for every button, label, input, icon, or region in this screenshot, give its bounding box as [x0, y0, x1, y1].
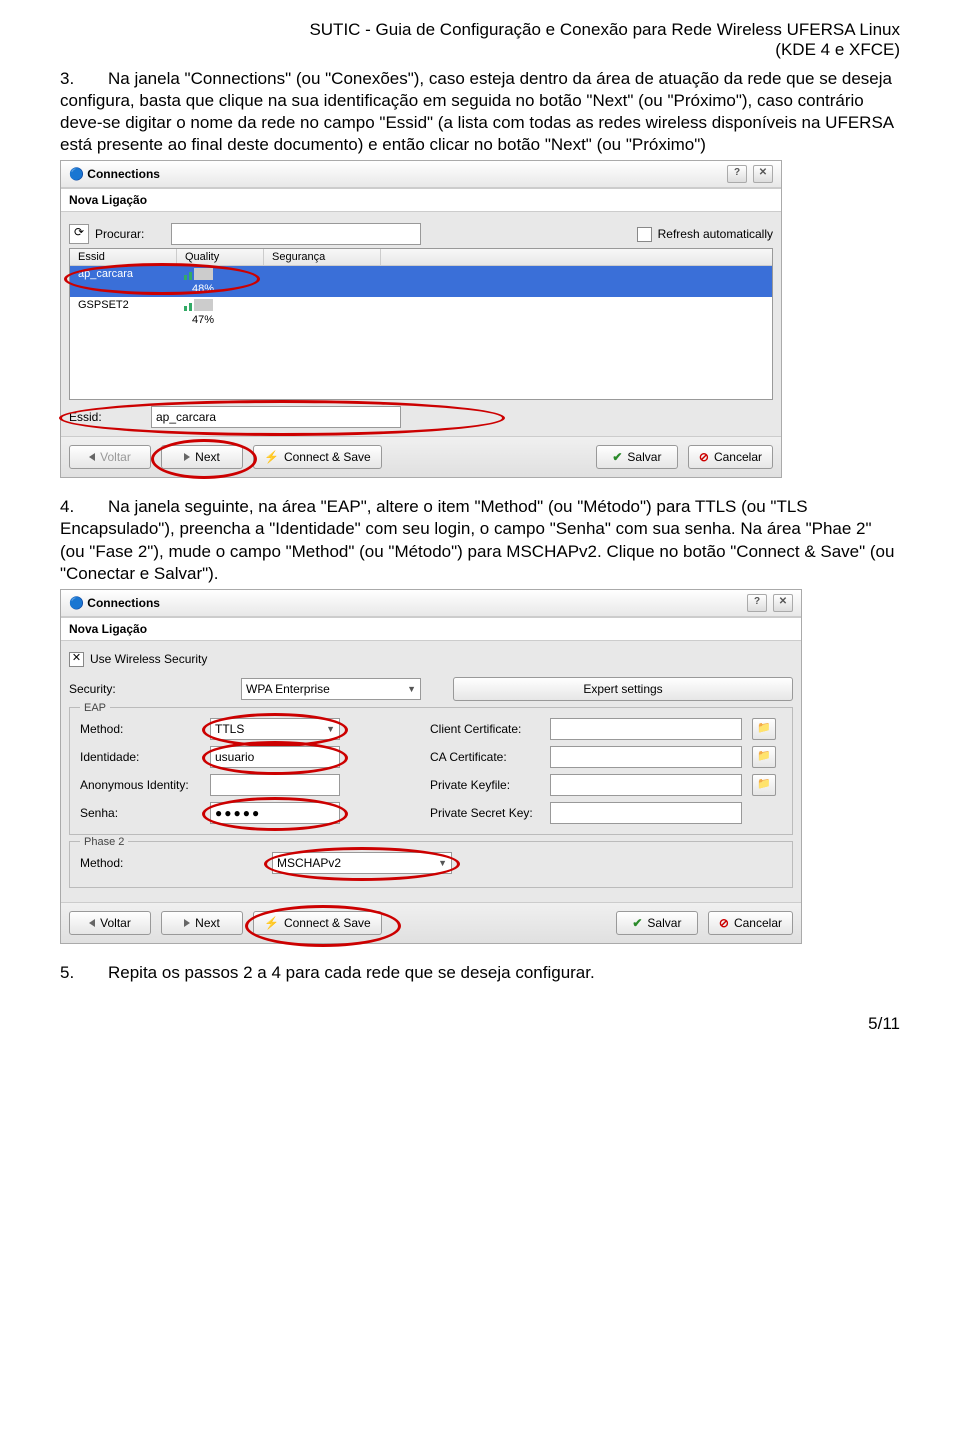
- header-line1: SUTIC - Guia de Configuração e Conexão p…: [309, 20, 900, 39]
- security-label: Security:: [69, 682, 149, 696]
- section-nova-ligacao: Nova Ligação: [61, 188, 781, 212]
- client-cert-input[interactable]: [550, 718, 742, 740]
- security-combo[interactable]: WPA Enterprise▼: [241, 678, 421, 700]
- browse-icon[interactable]: 📁: [752, 718, 776, 740]
- page-number: 5/11: [60, 1014, 900, 1034]
- private-secret-key-label: Private Secret Key:: [430, 806, 540, 820]
- window-title: Connections: [87, 167, 160, 181]
- arrow-left-icon: [89, 453, 95, 461]
- chevron-down-icon: ▼: [438, 853, 447, 873]
- phase2-method-combo[interactable]: MSCHAPv2▼: [272, 852, 452, 874]
- col-quality: Quality: [177, 249, 264, 265]
- step-text-4: Na janela seguinte, na área "EAP", alter…: [60, 497, 894, 582]
- col-essid: Essid: [70, 249, 177, 265]
- identidade-label: Identidade:: [80, 750, 200, 764]
- close-icon[interactable]: ✕: [773, 594, 793, 612]
- arrow-right-icon: [184, 453, 190, 461]
- browse-icon[interactable]: 📁: [752, 746, 776, 768]
- essid-input[interactable]: ap_carcara: [151, 406, 401, 428]
- use-wireless-security-label: Use Wireless Security: [90, 652, 207, 666]
- refresh-auto-label: Refresh automatically: [658, 227, 773, 241]
- network-list[interactable]: Essid Quality Segurança ap_carcara 48% G…: [69, 248, 773, 400]
- cancel-icon: ⊘: [699, 450, 709, 464]
- ca-cert-label: CA Certificate:: [430, 750, 540, 764]
- help-icon[interactable]: ?: [747, 594, 767, 612]
- check-icon: ✔: [612, 450, 622, 464]
- refresh-auto-checkbox[interactable]: [637, 227, 652, 242]
- anon-identity-label: Anonymous Identity:: [80, 778, 200, 792]
- list-item[interactable]: ap_carcara 48%: [70, 266, 772, 297]
- private-secret-key-input[interactable]: [550, 802, 742, 824]
- step-number-3: 3.: [60, 68, 108, 90]
- paragraph-5: 5.Repita os passos 2 a 4 para cada rede …: [60, 962, 900, 984]
- phase2-legend: Phase 2: [80, 836, 128, 848]
- page-header: SUTIC - Guia de Configuração e Conexão p…: [60, 20, 900, 60]
- button-bar: Voltar Next ⚡Connect & Save ✔Salvar ⊘Can…: [61, 902, 801, 943]
- expert-settings-button[interactable]: Expert settings: [453, 677, 793, 701]
- check-icon: ✔: [632, 916, 642, 930]
- chevron-down-icon: ▼: [407, 679, 416, 699]
- list-item[interactable]: GSPSET2 47%: [70, 297, 772, 328]
- salvar-button[interactable]: ✔Salvar: [596, 445, 678, 469]
- next-button[interactable]: Next: [161, 445, 243, 469]
- connections-window-1: 🔵 Connections ? ✕ Nova Ligação ⟳ Procura…: [60, 160, 782, 478]
- paragraph-4: 4.Na janela seguinte, na área "EAP", alt…: [60, 496, 900, 584]
- titlebar: 🔵 Connections ? ✕: [61, 161, 781, 188]
- help-icon[interactable]: ?: [727, 165, 747, 183]
- procurar-label: Procurar:: [95, 227, 165, 241]
- button-bar: Voltar Next ⚡Connect & Save ✔Salvar ⊘Can…: [61, 436, 781, 477]
- cancel-icon: ⊘: [719, 916, 729, 930]
- chevron-down-icon: ▼: [326, 719, 335, 739]
- header-line2: (KDE 4 e XFCE): [775, 40, 900, 59]
- arrow-right-icon: [184, 919, 190, 927]
- close-icon[interactable]: ✕: [753, 165, 773, 183]
- method-label: Method:: [80, 722, 200, 736]
- anon-identity-input[interactable]: [210, 774, 340, 796]
- private-keyfile-label: Private Keyfile:: [430, 778, 540, 792]
- salvar-button[interactable]: ✔Salvar: [616, 911, 698, 935]
- voltar-button[interactable]: Voltar: [69, 445, 151, 469]
- next-button[interactable]: Next: [161, 911, 243, 935]
- client-cert-label: Client Certificate:: [430, 722, 540, 736]
- use-wireless-security-checkbox[interactable]: ✕: [69, 652, 84, 667]
- eap-method-combo[interactable]: TTLS▼: [210, 718, 340, 740]
- ca-cert-input[interactable]: [550, 746, 742, 768]
- connect-save-button[interactable]: ⚡Connect & Save: [253, 445, 382, 469]
- step-text-3: Na janela "Connections" (ou "Conexões"),…: [60, 69, 893, 154]
- eap-fieldset: EAP Method: TTLS▼ Client Certificate: 📁 …: [69, 707, 793, 835]
- window-title: Connections: [87, 596, 160, 610]
- senha-input[interactable]: ●●●●●: [210, 802, 340, 824]
- step-number-4: 4.: [60, 496, 108, 518]
- connect-icon: ⚡: [264, 450, 279, 464]
- arrow-left-icon: [89, 919, 95, 927]
- col-seguranca: Segurança: [264, 249, 381, 265]
- essid-label: Essid:: [69, 410, 139, 424]
- connect-icon: ⚡: [264, 916, 279, 930]
- private-keyfile-input[interactable]: [550, 774, 742, 796]
- senha-label: Senha:: [80, 806, 200, 820]
- cancelar-button[interactable]: ⊘Cancelar: [708, 911, 793, 935]
- step-text-5: Repita os passos 2 a 4 para cada rede qu…: [108, 963, 595, 982]
- phase2-method-label: Method:: [80, 856, 200, 870]
- section-nova-ligacao: Nova Ligação: [61, 617, 801, 641]
- connections-window-2: 🔵 Connections ? ✕ Nova Ligação ✕ Use Wir…: [60, 589, 802, 944]
- step-number-5: 5.: [60, 962, 108, 984]
- browse-icon[interactable]: 📁: [752, 774, 776, 796]
- identidade-input[interactable]: usuario: [210, 746, 340, 768]
- refresh-icon[interactable]: ⟳: [69, 224, 89, 244]
- eap-legend: EAP: [80, 702, 110, 714]
- list-header: Essid Quality Segurança: [70, 249, 772, 266]
- paragraph-3: 3.Na janela "Connections" (ou "Conexões"…: [60, 68, 900, 156]
- connect-save-button[interactable]: ⚡Connect & Save: [253, 911, 382, 935]
- titlebar: 🔵 Connections ? ✕: [61, 590, 801, 617]
- phase2-fieldset: Phase 2 Method: MSCHAPv2▼: [69, 841, 793, 888]
- voltar-button[interactable]: Voltar: [69, 911, 151, 935]
- cancelar-button[interactable]: ⊘Cancelar: [688, 445, 773, 469]
- procurar-input[interactable]: [171, 223, 421, 245]
